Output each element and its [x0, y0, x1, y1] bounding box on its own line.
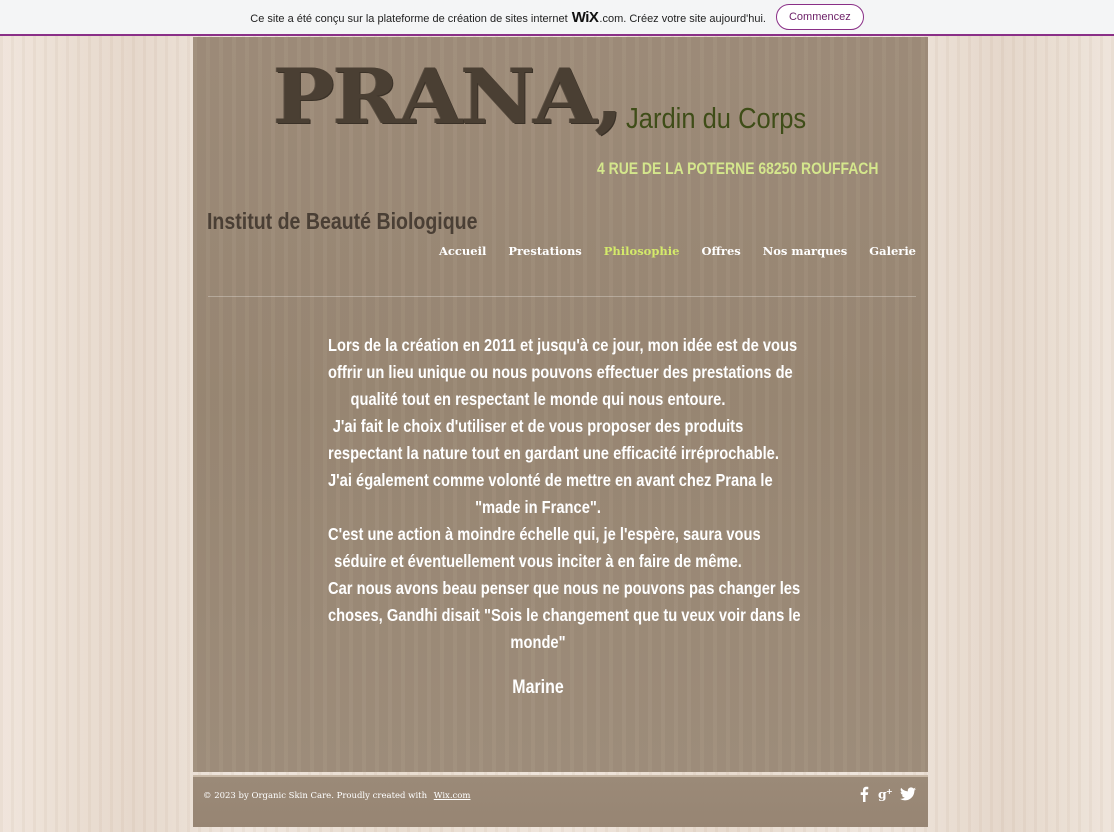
social-bar: g +	[856, 785, 916, 803]
site-logo[interactable]: PRANA,	[273, 53, 624, 141]
page-column: PRANA, Jardin du Corps 4 RUE DE LA POTER…	[193, 37, 928, 772]
facebook-icon[interactable]	[856, 785, 872, 803]
nav-item-galerie[interactable]: Galerie	[858, 244, 916, 258]
wix-banner-message: Ce site a été conçu sur la plateforme de…	[250, 12, 568, 25]
site-address: 4 RUE DE LA POTERNE 68250 ROUFFACH	[597, 159, 879, 178]
text-line: respectant la nature tout en gardant une…	[328, 443, 779, 463]
signature: Marine	[512, 677, 564, 698]
header-divider	[208, 296, 916, 297]
text-line: offrir un lieu unique ou nous pouvons ef…	[328, 362, 793, 382]
text-line: choses, Gandhi disait "Sois le changemen…	[328, 605, 801, 625]
wix-banner-suffix: .com. Créez votre site aujourd'hui.	[599, 12, 766, 25]
main-nav: Accueil Prestations Philosophie Offres N…	[428, 244, 916, 258]
text-line: "made in France".	[475, 497, 601, 517]
svg-text:+: +	[886, 787, 893, 796]
copyright-text: © 2023 by Organic Skin Care. Proudly cre…	[203, 791, 428, 801]
text-line: Car nous avons beau penser que nous ne p…	[328, 578, 801, 598]
text-line: qualité tout en respectant le monde qui …	[350, 389, 726, 409]
wix-footer-link[interactable]: Wix.com	[434, 791, 471, 801]
wix-banner: Ce site a été conçu sur la plateforme de…	[0, 0, 1114, 36]
text-line: séduire et éventuellement vous inciter à…	[334, 551, 742, 571]
text-line: monde"	[510, 632, 566, 652]
text-line: J'ai également comme volonté de mettre e…	[328, 470, 773, 490]
nav-item-accueil[interactable]: Accueil	[428, 244, 497, 258]
nav-item-prestations[interactable]: Prestations	[497, 244, 592, 258]
wix-banner-text: Ce site a été conçu sur la plateforme de…	[250, 9, 766, 26]
footer-copyright: © 2023 by Organic Skin Care. Proudly cre…	[203, 791, 471, 801]
site-subtitle: Institut de Beauté Biologique	[207, 208, 478, 234]
text-line: Lors de la création en 2011 et jusqu'à c…	[328, 335, 798, 355]
site-tagline: Jardin du Corps	[626, 103, 807, 135]
nav-item-philosophie[interactable]: Philosophie	[593, 244, 691, 258]
wix-start-button[interactable]: Commencez	[775, 4, 864, 30]
philosophy-text: Lors de la création en 2011 et jusqu'à c…	[288, 332, 801, 656]
nav-item-offres[interactable]: Offres	[690, 244, 751, 258]
text-line: J'ai fait le choix d'utiliser et de vous…	[332, 416, 744, 436]
site-footer: © 2023 by Organic Skin Care. Proudly cre…	[193, 775, 928, 827]
wix-logo: WiX	[571, 8, 599, 26]
nav-item-nos-marques[interactable]: Nos marques	[752, 244, 859, 258]
google-plus-icon[interactable]: g +	[878, 785, 894, 803]
text-line: C'est une action à moindre échelle qui, …	[328, 524, 761, 544]
twitter-icon[interactable]	[900, 785, 916, 803]
